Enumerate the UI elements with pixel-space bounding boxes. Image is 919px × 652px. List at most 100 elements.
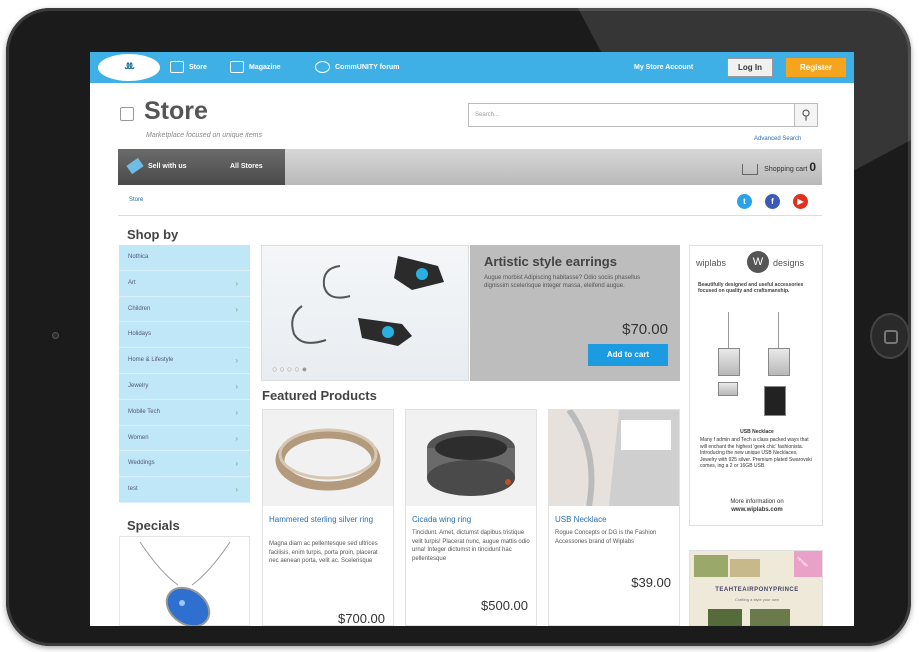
divider — [118, 215, 822, 216]
product-card[interactable]: Hammered sterling silver ring Magna diam… — [262, 409, 394, 626]
category-item[interactable]: Holidays — [119, 322, 250, 349]
product-price: $700.00 — [338, 611, 385, 626]
search-icon[interactable]: ⚲ — [794, 103, 818, 127]
search-input[interactable]: Search... — [468, 103, 798, 127]
speech-bubble-icon — [315, 61, 330, 74]
nav-link-magazine[interactable]: Magazine — [230, 52, 281, 83]
site-logo[interactable]: ꔛ — [98, 54, 160, 81]
shopping-cart-link[interactable]: Shopping cart 0 — [742, 149, 816, 188]
wiplabs-ad[interactable]: wiplabs W designs Beautifully designed a… — [689, 245, 823, 526]
usb-drive-image — [768, 348, 790, 376]
store-icon — [170, 61, 184, 74]
product-card[interactable]: Cicada wing ring Tincidunt. Amet, dictum… — [405, 409, 537, 626]
breadcrumb[interactable]: Store — [129, 197, 143, 203]
product-name[interactable]: Cicada wing ring — [412, 514, 532, 525]
home-button[interactable] — [870, 313, 910, 359]
ad-brand-right: designs — [773, 258, 805, 268]
cart-count: 0 — [809, 160, 816, 174]
shop-by-heading: Shop by — [127, 227, 179, 242]
wiplabs-logo: W — [747, 251, 769, 273]
facebook-icon[interactable]: f — [765, 194, 780, 209]
carousel-pager[interactable]: ○○○○● — [272, 364, 309, 374]
usb-drive-image — [764, 386, 786, 416]
register-button[interactable]: Register — [786, 58, 846, 77]
ad-brand-left: wiplabs — [696, 258, 727, 268]
cart-icon — [742, 163, 759, 175]
hero-title[interactable]: Artistic style earrings — [484, 254, 617, 269]
all-stores-link[interactable]: All Stores — [230, 149, 263, 185]
ad-description: Many f admin and Tech a class packed way… — [700, 437, 812, 469]
hero-price: $70.00 — [622, 321, 668, 338]
product-card[interactable]: USB Necklace Rogue Concepts or DG is the… — [548, 408, 680, 626]
necklace-cord — [728, 312, 729, 350]
chevron-right-icon: › — [235, 407, 238, 417]
category-item[interactable]: Nothica — [119, 245, 250, 271]
product-image[interactable] — [263, 410, 393, 506]
special-product-image[interactable] — [119, 536, 250, 626]
product-name[interactable]: Hammered sterling silver ring — [269, 514, 389, 525]
camera-icon — [52, 332, 59, 339]
youtube-icon[interactable]: ▶ — [793, 194, 808, 209]
tagline: Marketplace focused on unique items — [146, 132, 262, 139]
product-name[interactable]: USB Necklace — [555, 514, 675, 525]
tablet-frame: ꔛ Store Magazine CommUNITY forum My Stor… — [6, 8, 911, 646]
page-title: Store — [144, 97, 208, 125]
chevron-right-icon: › — [235, 304, 238, 314]
magazine-icon — [230, 61, 244, 74]
hero-info: Artistic style earrings Augue morbist Ad… — [470, 245, 680, 381]
product-image[interactable] — [406, 410, 536, 506]
category-list: Nothica Art › Children › Holidays Home & L… — [119, 245, 250, 503]
ad-url-link[interactable]: www.wiplabs.com — [700, 507, 814, 513]
category-item[interactable]: Women › — [119, 426, 250, 452]
vintage-ad[interactable]: Vintage TEAHTEAIRPONYPRINCE Crafting a s… — [689, 550, 823, 626]
chevron-right-icon: › — [235, 459, 238, 469]
ad-more-info: More information on — [730, 499, 784, 505]
ad-subtitle: Crafting a style your own — [734, 597, 780, 602]
ad-blurb: Beautifully designed and useful accessor… — [698, 282, 804, 294]
ad-title: TEAHTEAIRPONYPRINCE — [715, 587, 799, 593]
specials-heading: Specials — [127, 518, 180, 533]
earrings-image — [291, 256, 444, 346]
chevron-right-icon: › — [235, 381, 238, 391]
pendant-image — [139, 541, 231, 626]
category-item[interactable]: Mobile Tech › — [119, 400, 250, 426]
necklace-cord — [778, 312, 779, 350]
tag-icon — [126, 158, 144, 175]
product-description: Tincidunt. Amet, dictumst dapibus tristi… — [412, 530, 530, 562]
chevron-right-icon: › — [235, 356, 238, 366]
hero-image[interactable]: ○○○○● — [261, 245, 469, 381]
sell-with-us-link[interactable]: Sell with us — [126, 149, 187, 185]
ad-ribbon: Vintage — [794, 551, 822, 577]
featured-heading: Featured Products — [262, 388, 377, 403]
my-account-link[interactable]: My Store Account — [634, 52, 693, 83]
page: ꔛ Store Magazine CommUNITY forum My Stor… — [0, 0, 919, 652]
category-item[interactable]: Jewelry › — [119, 374, 250, 400]
home-icon — [884, 330, 898, 344]
login-button[interactable]: Log In — [727, 58, 773, 77]
advanced-search-link[interactable]: Advanced Search — [754, 136, 801, 142]
ad-product-name: USB Necklace — [740, 429, 774, 435]
usb-drive-image — [718, 382, 738, 396]
category-item[interactable]: Home & Lifestyle › — [119, 348, 250, 374]
product-description: Rogue Concepts or DG is the Fashion Acce… — [555, 530, 657, 545]
nav-link-store[interactable]: Store — [170, 52, 207, 83]
usb-drive-image — [718, 348, 740, 376]
category-item[interactable]: test › — [119, 477, 250, 503]
store-nav: Sell with us All Stores Shopping cart 0 — [118, 149, 822, 185]
product-price: $500.00 — [481, 598, 528, 613]
add-to-cart-button[interactable]: Add to cart — [588, 344, 668, 366]
nav-link-forum[interactable]: CommUNITY forum — [315, 52, 399, 83]
screen: ꔛ Store Magazine CommUNITY forum My Stor… — [90, 52, 854, 626]
category-item[interactable]: Children › — [119, 297, 250, 323]
product-image[interactable] — [549, 408, 679, 507]
top-bar: ꔛ Store Magazine CommUNITY forum My Stor… — [90, 52, 854, 83]
hero-description: Augue morbist Adipiscing habitasse? Odio… — [484, 275, 641, 289]
category-item[interactable]: Weddings › — [119, 451, 250, 478]
chevron-right-icon: › — [235, 485, 238, 495]
twitter-icon[interactable]: t — [737, 194, 752, 209]
category-item[interactable]: Art › — [119, 271, 250, 297]
product-description: Magna diam ac pellentesque sed ultrices … — [269, 541, 378, 564]
chevron-right-icon: › — [235, 433, 238, 443]
store-icon — [120, 107, 134, 121]
product-price: $39.00 — [631, 575, 671, 590]
